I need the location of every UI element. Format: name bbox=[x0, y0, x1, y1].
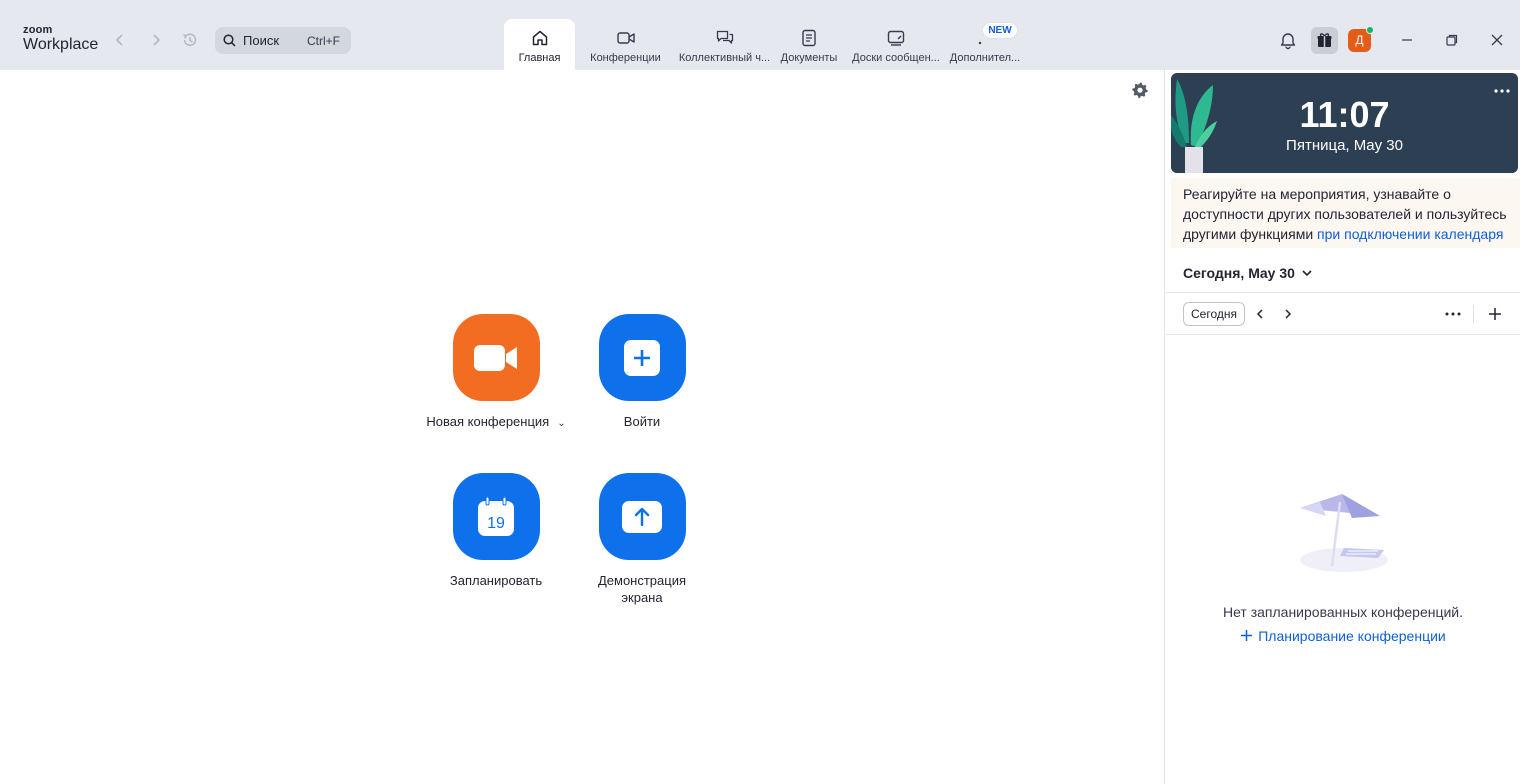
search-input[interactable]: Поиск Ctrl+F bbox=[215, 27, 351, 54]
history-button[interactable] bbox=[180, 30, 200, 50]
gift-icon bbox=[1317, 33, 1332, 47]
minimize-button[interactable] bbox=[1397, 30, 1417, 50]
clock-date: Пятница, May 30 bbox=[1286, 137, 1403, 154]
schedule-meeting-link[interactable]: Планирование конференции bbox=[1166, 627, 1520, 645]
zoom-workplace-logo: zoom Workplace bbox=[23, 24, 103, 54]
today-button[interactable]: Сегодня bbox=[1183, 302, 1245, 326]
schedule-meeting-label: Планирование конференции bbox=[1258, 628, 1446, 644]
share-screen-action[interactable]: Демонстрация экрана bbox=[572, 473, 712, 606]
video-camera-icon bbox=[616, 28, 636, 48]
close-icon bbox=[1491, 34, 1503, 46]
history-clock-icon bbox=[183, 33, 197, 46]
forward-button[interactable] bbox=[146, 30, 166, 50]
plus-icon bbox=[1241, 630, 1253, 641]
tab-label: Коллективный ч... bbox=[678, 52, 771, 64]
tab-meetings[interactable]: Конференции bbox=[586, 19, 665, 70]
chevron-down-icon bbox=[1302, 270, 1312, 277]
tab-team-chat[interactable]: Коллективный ч... bbox=[677, 19, 772, 70]
connect-calendar-link[interactable]: при подключении календаря bbox=[1317, 226, 1503, 242]
clock-time: 11:07 bbox=[1299, 94, 1390, 135]
calendar-day-number: 19 bbox=[487, 515, 505, 532]
whats-new-button[interactable] bbox=[1311, 27, 1338, 54]
gear-icon bbox=[1132, 82, 1148, 98]
chevron-right-icon bbox=[153, 34, 161, 46]
tab-label: Конференции bbox=[590, 52, 661, 64]
beach-umbrella-illustration bbox=[1300, 494, 1388, 572]
notifications-button[interactable] bbox=[1278, 30, 1298, 50]
bell-icon bbox=[1280, 33, 1296, 50]
schedule-action[interactable]: 19 Запланировать bbox=[426, 473, 566, 589]
title-bar: zoom Workplace Поиск Ctrl+F Главная Конф… bbox=[0, 0, 1520, 70]
minimize-icon bbox=[1402, 39, 1412, 41]
logo-big-text: Workplace bbox=[23, 36, 99, 53]
home-icon bbox=[530, 28, 550, 48]
separator bbox=[1166, 292, 1520, 293]
restore-icon bbox=[1446, 34, 1458, 46]
settings-button[interactable] bbox=[1131, 81, 1149, 99]
close-button[interactable] bbox=[1487, 30, 1507, 50]
clock-widget: 11:07 Пятница, May 30 bbox=[1171, 73, 1518, 173]
new-meeting-label-row: Новая конференция ⌄ bbox=[426, 413, 565, 432]
new-meeting-button[interactable] bbox=[452, 314, 540, 401]
date-selector-label: Сегодня, May 30 bbox=[1183, 265, 1295, 281]
more-horizontal-icon[interactable] bbox=[1444, 307, 1462, 321]
chat-icon bbox=[715, 28, 735, 48]
vertical-separator bbox=[1473, 305, 1474, 323]
logo-small-text: zoom bbox=[23, 24, 53, 36]
presence-status-dot bbox=[1366, 26, 1374, 34]
schedule-button[interactable]: 19 bbox=[452, 473, 540, 560]
chevron-left-icon bbox=[1256, 309, 1263, 319]
tab-label: Документы bbox=[780, 52, 838, 64]
new-badge: NEW bbox=[982, 22, 1018, 39]
join-action[interactable]: Войти bbox=[572, 314, 712, 430]
tab-docs[interactable]: Документы bbox=[777, 19, 841, 70]
back-button[interactable] bbox=[110, 30, 130, 50]
chevron-down-icon[interactable]: ⌄ bbox=[557, 415, 565, 432]
plus-icon bbox=[624, 339, 660, 376]
panel-divider bbox=[1164, 70, 1165, 784]
video-camera-icon bbox=[474, 344, 517, 371]
chevron-left-icon bbox=[115, 34, 123, 46]
add-event-plus-icon[interactable] bbox=[1486, 305, 1504, 323]
search-icon bbox=[223, 34, 236, 47]
new-meeting-action[interactable]: Новая конференция ⌄ bbox=[426, 314, 566, 432]
share-screen-button[interactable] bbox=[598, 473, 686, 560]
previous-day-button[interactable] bbox=[1252, 306, 1268, 322]
tab-label: Главная bbox=[518, 52, 561, 64]
tab-label: Доски сообщен... bbox=[852, 52, 940, 64]
join-button[interactable] bbox=[598, 314, 686, 401]
calendar-icon: 19 bbox=[478, 496, 514, 536]
tab-label: Дополнител... bbox=[949, 52, 1021, 64]
tab-home[interactable]: Главная bbox=[504, 19, 575, 70]
separator bbox=[1166, 334, 1520, 335]
no-meetings-text: Нет запланированных конференций. bbox=[1222, 604, 1464, 620]
tab-whiteboards[interactable]: Доски сообщен... bbox=[851, 19, 941, 70]
chevron-right-icon bbox=[1285, 309, 1292, 319]
date-selector-dropdown[interactable]: Сегодня, May 30 bbox=[1183, 264, 1312, 282]
join-label: Войти bbox=[623, 414, 661, 429]
search-shortcut: Ctrl+F bbox=[307, 34, 340, 48]
new-meeting-label: Новая конференция bbox=[426, 414, 550, 429]
document-icon bbox=[799, 28, 819, 48]
schedule-label: Запланировать bbox=[449, 573, 543, 588]
next-day-button[interactable] bbox=[1280, 306, 1296, 322]
calendar-connect-notice: Реагируйте на мероприятия, узнавайте о д… bbox=[1171, 178, 1520, 248]
search-placeholder: Поиск bbox=[243, 33, 280, 48]
share-arrow-up-icon bbox=[622, 500, 662, 533]
restore-button[interactable] bbox=[1442, 30, 1462, 50]
whiteboard-icon bbox=[886, 28, 906, 48]
share-screen-label: Демонстрация экрана bbox=[597, 573, 687, 605]
more-horizontal-icon[interactable] bbox=[1493, 85, 1511, 97]
